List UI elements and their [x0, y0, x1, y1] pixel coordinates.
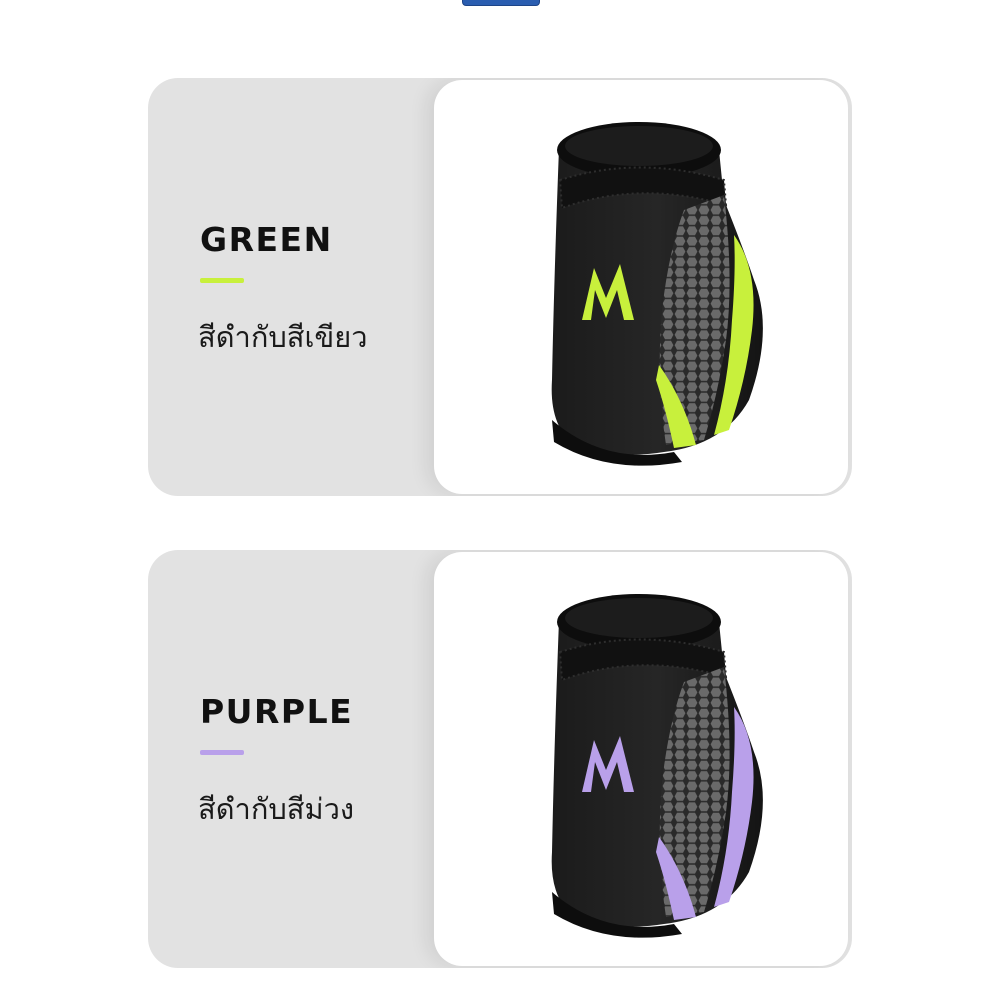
- color-option-purple[interactable]: PURPLE สีดำกับสีม่วง: [148, 550, 852, 968]
- color-option-description: สีดำกับสีม่วง: [198, 792, 355, 826]
- color-option-description: สีดำกับสีเขียว: [198, 320, 368, 354]
- ankle-brace-green-image: [551, 122, 763, 466]
- color-option-title: PURPLE: [200, 692, 354, 731]
- color-option-title: GREEN: [200, 220, 333, 259]
- color-option-green[interactable]: GREEN สีดำกับสีเขียว: [148, 78, 852, 496]
- top-tab-indicator: [462, 0, 540, 6]
- color-accent-bar: [200, 278, 244, 283]
- ankle-brace-purple-image: [551, 594, 763, 938]
- product-image-panel: [434, 80, 848, 494]
- product-image-panel: [434, 552, 848, 966]
- color-accent-bar: [200, 750, 244, 755]
